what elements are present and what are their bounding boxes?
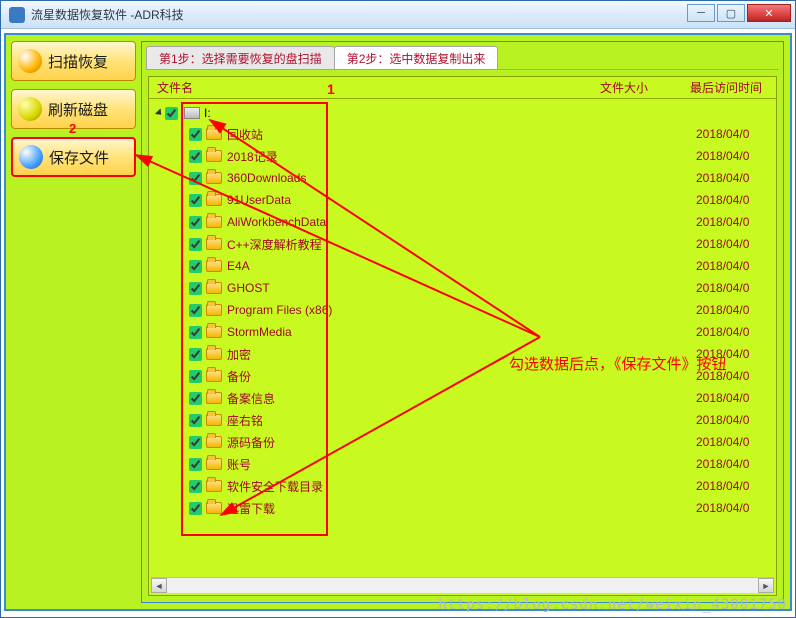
app-icon	[9, 7, 25, 23]
titlebar[interactable]: 流星数据恢复软件 -ADR科技 ─ ▢ ✕	[1, 1, 795, 29]
maximize-button[interactable]: ▢	[717, 4, 745, 22]
window-frame: 流星数据恢复软件 -ADR科技 ─ ▢ ✕ 扫描恢复 刷新磁盘 2 保存文件	[0, 0, 796, 618]
annotation-arrows	[6, 35, 790, 609]
minimize-button[interactable]: ─	[687, 4, 715, 22]
watermark: https://blog.csdn.net/weixin_43001750	[438, 597, 787, 613]
client-area: 扫描恢复 刷新磁盘 2 保存文件 第1步：选择需要恢复的盘扫描 第2步：选中数据…	[4, 33, 792, 611]
window-title: 流星数据恢复软件 -ADR科技	[31, 6, 184, 23]
close-button[interactable]: ✕	[747, 4, 791, 22]
tab-step2[interactable]: 第2步：选中数据复制出来	[334, 46, 499, 69]
